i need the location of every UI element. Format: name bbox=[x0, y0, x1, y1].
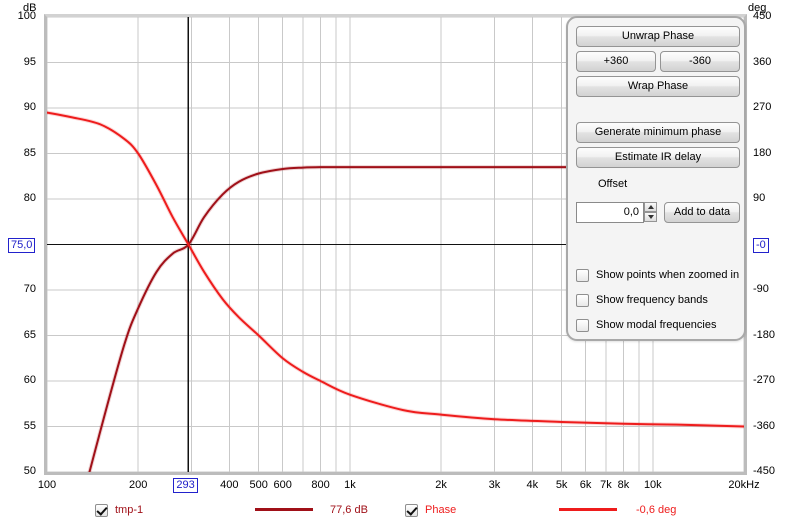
phase-plot-window: dB deg 100 95 90 85 80 70 65 60 55 50 450 360 270 18… bbox=[0, 0, 800, 525]
show-modal-frequencies-checkbox-row[interactable]: Show modal frequencies bbox=[576, 317, 716, 333]
phase-name-label: Phase bbox=[425, 504, 457, 516]
phase-color-swatch bbox=[559, 508, 617, 511]
plus-360-button[interactable]: +360 bbox=[576, 51, 656, 72]
bottom-tick-label: 100 bbox=[37, 479, 57, 491]
trace-value-readout: 77,6 dB bbox=[330, 502, 368, 518]
minus-360-button[interactable]: -360 bbox=[660, 51, 740, 72]
legend-item-phase[interactable]: Phase bbox=[405, 502, 456, 518]
offset-input[interactable]: 0,0 bbox=[576, 202, 644, 223]
checkbox-icon[interactable] bbox=[576, 268, 589, 282]
right-tick-label: 450 bbox=[753, 10, 772, 22]
left-cursor-readout[interactable]: 75,0 bbox=[8, 237, 36, 253]
show-points-checkbox-row[interactable]: Show points when zoomed in bbox=[576, 267, 739, 283]
estimate-ir-delay-button[interactable]: Estimate IR delay bbox=[576, 147, 740, 168]
offset-label: Offset bbox=[598, 178, 628, 190]
stepper-down-icon[interactable] bbox=[644, 212, 657, 222]
right-tick-label: -360 bbox=[753, 419, 776, 432]
left-tick-label: 55 bbox=[23, 419, 36, 432]
bottom-tick-label: 20kHz bbox=[728, 479, 760, 491]
left-tick-label: 65 bbox=[23, 328, 36, 341]
right-tick-label: 90 bbox=[753, 192, 766, 204]
unwrap-phase-button[interactable]: Unwrap Phase bbox=[576, 26, 740, 47]
bottom-tick-label: 1k bbox=[344, 479, 356, 491]
show-modal-frequencies-label: Show modal frequencies bbox=[596, 319, 717, 331]
show-frequency-bands-checkbox-row[interactable]: Show frequency bands bbox=[576, 292, 708, 308]
phase-visible-checkbox-icon[interactable] bbox=[405, 503, 418, 517]
frequency-cursor-readout[interactable]: 293 bbox=[173, 478, 198, 493]
checkbox-icon[interactable] bbox=[576, 293, 589, 307]
right-cursor-readout[interactable]: -0 bbox=[753, 237, 769, 253]
generate-minimum-phase-button[interactable]: Generate minimum phase bbox=[576, 122, 740, 143]
trace-visible-checkbox-icon[interactable] bbox=[95, 503, 108, 517]
left-tick-label: 90 bbox=[23, 101, 36, 113]
right-tick-label: -90 bbox=[753, 283, 769, 295]
trace-value-label: 77,6 dB bbox=[330, 504, 368, 516]
bottom-tick-label: 200 bbox=[128, 479, 148, 491]
right-tick-label: 180 bbox=[753, 146, 772, 159]
left-tick-label: 85 bbox=[23, 146, 36, 159]
show-frequency-bands-label: Show frequency bands bbox=[596, 294, 708, 306]
left-tick-label: 70 bbox=[23, 283, 36, 295]
phase-value-label: -0,6 deg bbox=[636, 504, 677, 516]
right-tick-label: 270 bbox=[753, 101, 772, 113]
phase-value-readout: -0,6 deg bbox=[636, 502, 676, 518]
right-tick-label: -450 bbox=[753, 465, 776, 477]
left-tick-label: 95 bbox=[23, 55, 36, 68]
legend-bar: tmp-1 77,6 dB Phase -0,6 deg bbox=[0, 497, 800, 525]
show-points-label: Show points when zoomed in bbox=[596, 269, 740, 281]
bottom-tick-label: 2k bbox=[435, 479, 447, 491]
offset-stepper[interactable] bbox=[644, 202, 657, 223]
right-tick-label: 360 bbox=[753, 55, 772, 68]
right-tick-label: -180 bbox=[753, 328, 776, 341]
stepper-up-icon[interactable] bbox=[644, 202, 657, 212]
add-to-data-button[interactable]: Add to data bbox=[664, 202, 740, 223]
left-tick-label: 60 bbox=[23, 374, 36, 386]
right-tick-label: -270 bbox=[753, 374, 776, 386]
left-tick-label: 100 bbox=[17, 10, 36, 22]
checkbox-icon[interactable] bbox=[576, 318, 589, 332]
bottom-tick-label: 10k bbox=[643, 479, 662, 491]
phase-controls-panel: Unwrap Phase +360 -360 Wrap Phase Genera… bbox=[566, 16, 746, 341]
left-tick-label: 50 bbox=[23, 465, 36, 477]
trace-name-label: tmp-1 bbox=[115, 504, 144, 516]
left-tick-label: 80 bbox=[23, 192, 36, 204]
wrap-phase-button[interactable]: Wrap Phase bbox=[576, 76, 740, 97]
trace-color-swatch bbox=[255, 508, 313, 511]
legend-item-trace[interactable]: tmp-1 bbox=[95, 502, 143, 518]
